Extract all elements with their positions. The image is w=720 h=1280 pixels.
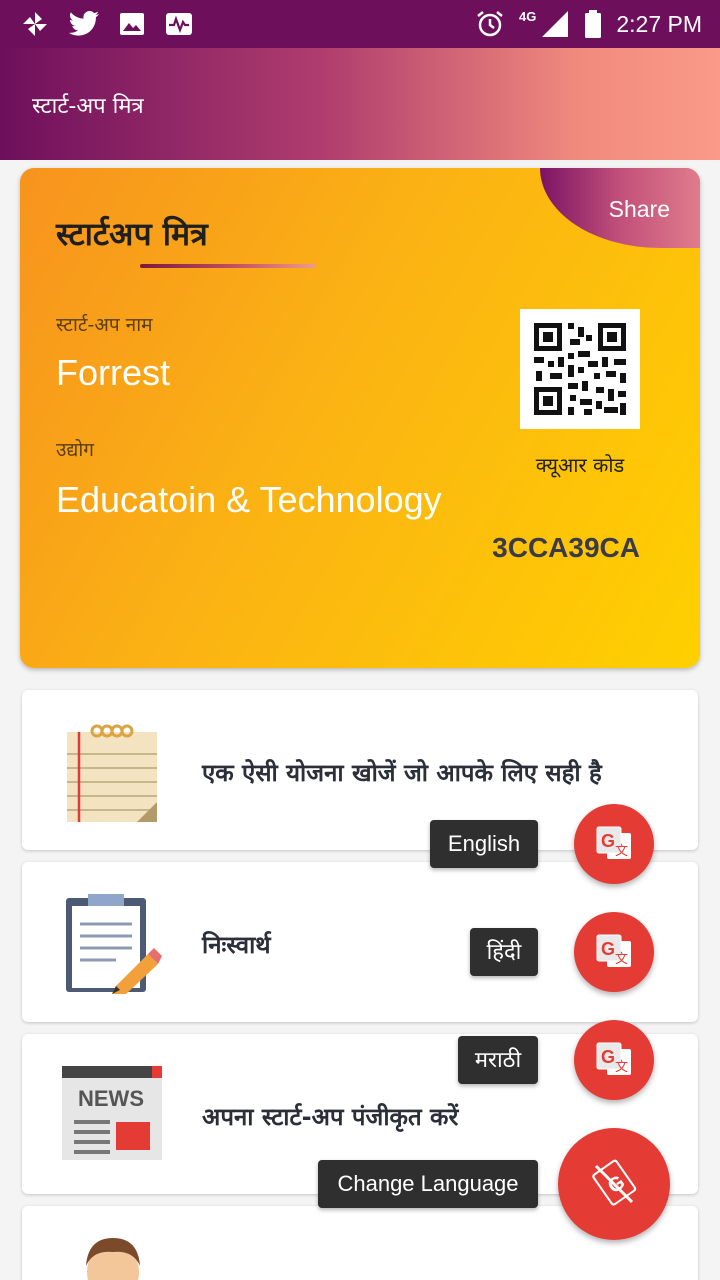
qr-code-icon (534, 323, 626, 415)
battery-icon (585, 10, 602, 38)
change-language-button[interactable]: G (558, 1128, 670, 1240)
twitter-icon (68, 11, 99, 36)
menu-item-label: निःस्वार्थ (202, 931, 271, 959)
startup-name-label: स्टार्ट-अप नाम (56, 314, 153, 336)
activity-icon (166, 13, 192, 35)
menu-item-label: एक ऐसी योजना खोजें जो आपके लिए सही है (202, 759, 602, 787)
startup-id-card: Share स्टार्टअप मित्र स्टार्ट-अप नाम For… (20, 168, 700, 668)
pinwheel-icon (23, 12, 47, 36)
translate-icon: G 文 (596, 934, 631, 967)
gallery-icon (120, 13, 144, 35)
status-bar: 4G 2:27 PM (0, 0, 720, 48)
news-icon: NEWS (62, 1066, 162, 1160)
signal-icon (542, 11, 569, 37)
title-underline (140, 264, 316, 268)
english-option-label[interactable]: English (430, 820, 538, 868)
hindi-option-label[interactable]: हिंदी (470, 928, 538, 976)
svg-text:G: G (601, 1047, 615, 1067)
menu-item-label: अपना स्टार्ट-अप पंजीकृत करें (202, 1103, 459, 1131)
card-title: स्टार्टअप मित्र (56, 215, 208, 253)
network-type: 4G (519, 8, 537, 24)
svg-text:NEWS: NEWS (78, 1086, 144, 1111)
startup-code: 3CCA39CA (492, 532, 640, 563)
share-button[interactable]: Share (540, 168, 700, 248)
hindi-language-button[interactable]: G 文 (574, 912, 654, 992)
share-label: Share (608, 196, 670, 222)
svg-text:文: 文 (615, 952, 628, 967)
app-title: स्टार्ट-अप मित्र (32, 94, 144, 119)
clock: 2:27 PM (616, 10, 702, 37)
svg-text:G: G (601, 831, 615, 851)
alarm-icon (477, 11, 503, 37)
marathi-language-button[interactable]: G 文 (574, 1020, 654, 1100)
person-avatar-icon (86, 1238, 140, 1280)
startup-name: Forrest (56, 352, 171, 393)
svg-text:文: 文 (615, 844, 628, 859)
app-bar: स्टार्ट-अप मित्र (0, 48, 720, 160)
translate-icon: G 文 (596, 826, 631, 859)
clipboard-pencil-icon (66, 894, 162, 994)
notification-icons (20, 8, 194, 40)
change-language-label[interactable]: Change Language (318, 1160, 538, 1208)
translate-icon: G (592, 1159, 637, 1206)
marathi-option-label[interactable]: मराठी (458, 1036, 538, 1084)
english-language-button[interactable]: G 文 (574, 804, 654, 884)
svg-text:G: G (601, 939, 615, 959)
industry-label: उद्योग (56, 439, 95, 461)
translate-icon: G 文 (596, 1042, 631, 1075)
system-icons: 4G 2:27 PM (475, 8, 702, 40)
notepad-icon (67, 724, 157, 822)
industry-value: Educatoin & Technology (56, 479, 442, 520)
qr-code[interactable] (520, 309, 640, 429)
svg-text:文: 文 (615, 1060, 628, 1075)
qr-code-label: क्यूआर कोड (535, 453, 625, 477)
